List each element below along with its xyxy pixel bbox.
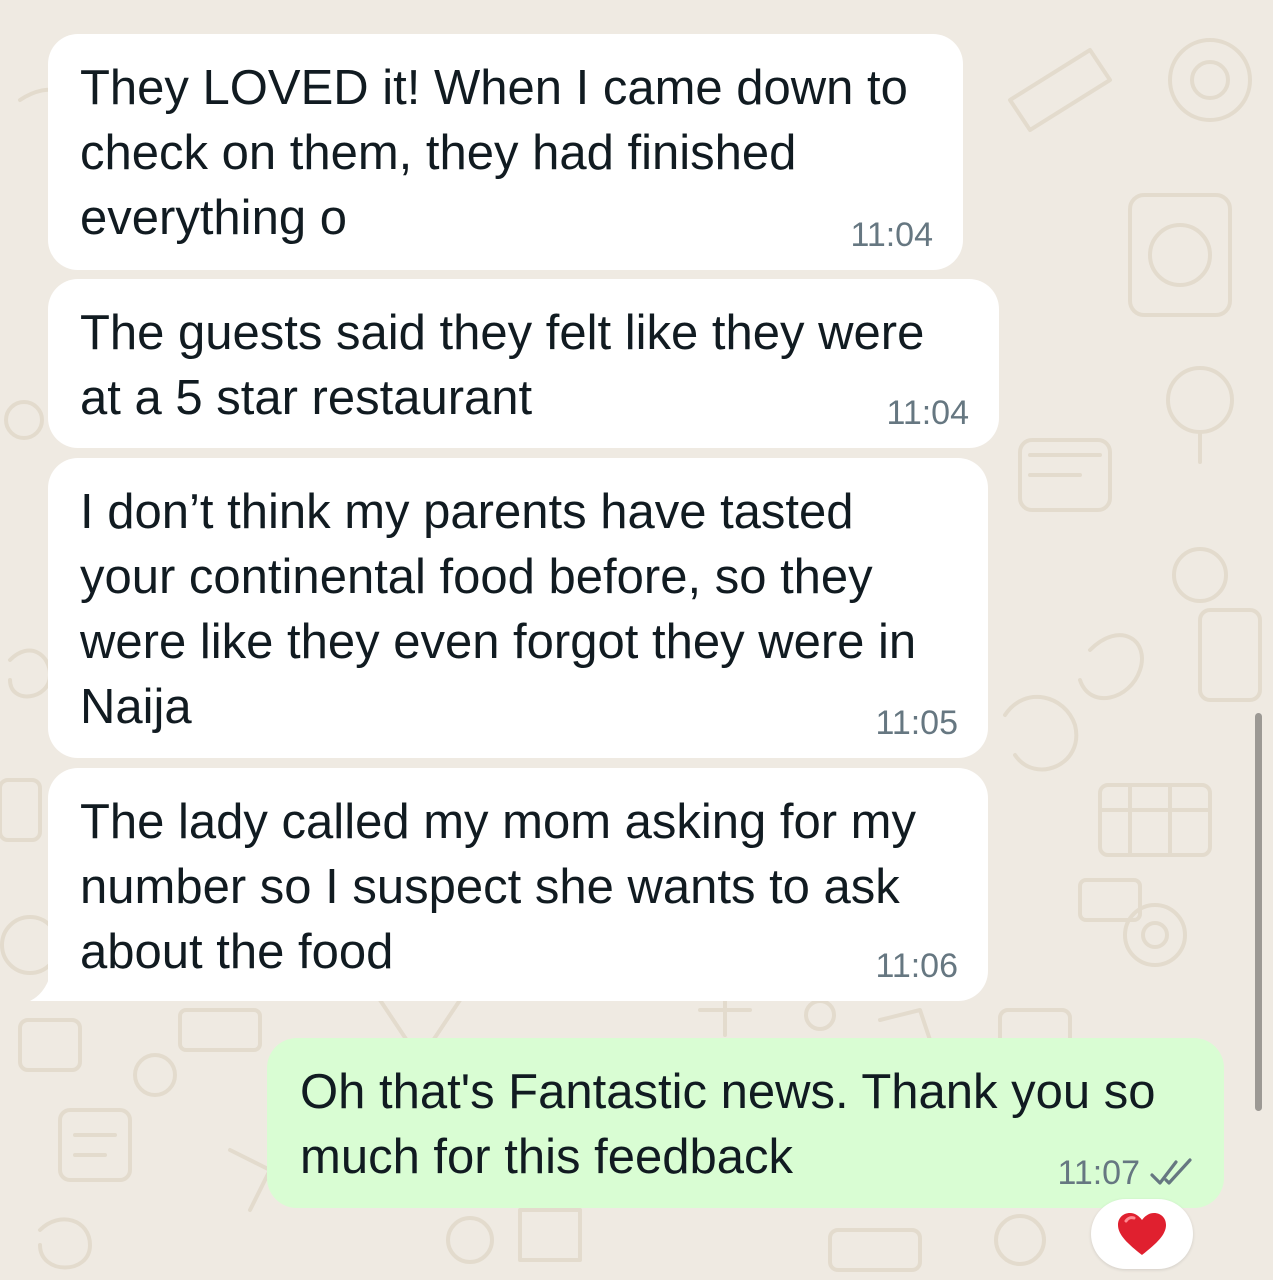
message-meta: 11:04 <box>850 218 933 252</box>
message-reaction[interactable] <box>1091 1199 1193 1269</box>
message-meta: 11:06 <box>875 949 958 983</box>
double-check-read-icon <box>1150 1158 1192 1185</box>
message-time: 11:05 <box>875 704 958 742</box>
incoming-message[interactable]: The guests said they felt like they were… <box>48 279 999 448</box>
red-heart-icon <box>1118 1213 1166 1255</box>
chat-scrollbar[interactable] <box>1255 713 1262 1111</box>
message-text: I don’t think my parents have tasted you… <box>80 485 917 734</box>
outgoing-message[interactable]: Oh that's Fantastic news. Thank you so m… <box>267 1038 1224 1208</box>
message-meta: 11:04 <box>886 396 969 430</box>
message-time: 11:06 <box>875 947 958 985</box>
incoming-message[interactable]: They LOVED it! When I came down to check… <box>48 34 963 270</box>
message-meta: 11:05 <box>875 706 958 740</box>
message-time: 11:07 <box>1057 1154 1140 1192</box>
message-time: 11:04 <box>850 216 933 254</box>
message-time: 11:04 <box>886 394 969 432</box>
message-text: The guests said they felt like they were… <box>80 306 925 425</box>
message-text: The lady called my mom asking for my num… <box>80 795 916 979</box>
incoming-message[interactable]: The lady called my mom asking for my num… <box>48 768 988 1001</box>
chat-conversation: They LOVED it! When I came down to check… <box>0 0 1273 1280</box>
incoming-message[interactable]: I don’t think my parents have tasted you… <box>48 458 988 758</box>
message-meta: 11:07 <box>1057 1156 1194 1190</box>
message-text: They LOVED it! When I came down to check… <box>80 61 908 245</box>
